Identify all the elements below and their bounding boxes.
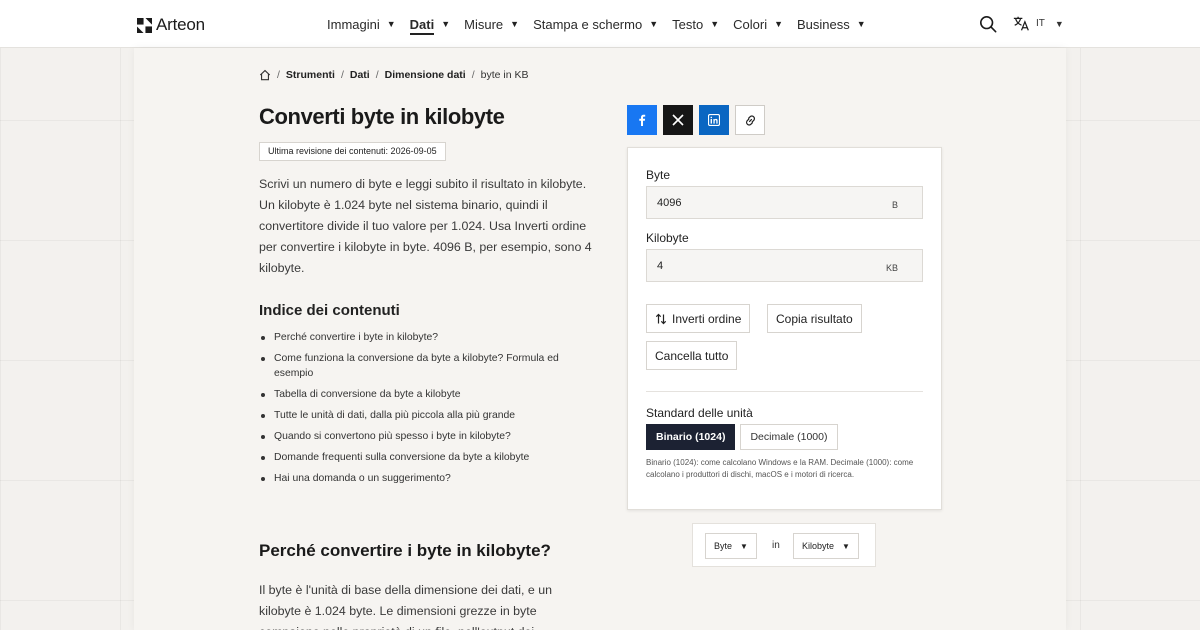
- nav-item-colori[interactable]: Colori ▼: [733, 0, 783, 48]
- copy-result-label: Copia risultato: [776, 311, 853, 326]
- toc-item[interactable]: Come funziona la conversione da byte a k…: [259, 351, 579, 381]
- nav-label: Testo: [672, 16, 704, 32]
- nav-label: Misure: [464, 16, 504, 32]
- breadcrumb-current: byte in KB: [480, 69, 529, 81]
- nav-item-testo[interactable]: Testo ▼: [672, 0, 719, 48]
- translate-icon: [1013, 16, 1029, 31]
- to-unit-select[interactable]: Kilobyte ▼: [793, 533, 859, 559]
- caret-down-icon: ▼: [441, 19, 451, 29]
- breadcrumb-strumenti[interactable]: Strumenti: [286, 69, 335, 81]
- unit-selector: Byte ▼ in Kilobyte ▼: [692, 523, 876, 567]
- table-of-contents: Perché convertire i byte in kilobyte? Co…: [259, 330, 579, 492]
- swap-order-label: Inverti ordine: [672, 311, 742, 326]
- logo[interactable]: Arteon: [137, 15, 205, 35]
- share-x-button[interactable]: [663, 105, 693, 135]
- caret-down-icon: ▼: [856, 19, 866, 29]
- toc-item[interactable]: Perché convertire i byte in kilobyte?: [259, 330, 579, 345]
- kilobyte-input[interactable]: [657, 260, 857, 272]
- caret-down-icon: ▼: [1054, 18, 1064, 29]
- swap-arrows-icon: [655, 313, 667, 324]
- to-unit-value: Kilobyte: [802, 541, 835, 551]
- copy-link-button[interactable]: [735, 105, 765, 135]
- divider: [646, 391, 923, 392]
- from-unit-value: Byte: [714, 541, 733, 551]
- unit-connector: in: [772, 540, 780, 551]
- page-title: Converti byte in kilobyte: [259, 104, 505, 129]
- from-unit-select[interactable]: Byte ▼: [705, 533, 757, 559]
- caret-down-icon: ▼: [740, 541, 748, 551]
- unit-standard-note: Binario (1024): come calcolano Windows e…: [646, 458, 914, 479]
- kilobyte-unit: KB: [885, 263, 898, 273]
- caret-down-icon: ▼: [842, 541, 850, 551]
- intro-text: Scrivi un numero di byte e leggi subito …: [259, 177, 592, 275]
- toc-item[interactable]: Hai una domanda o un suggerimento?: [259, 471, 579, 486]
- nav-item-stampa-e-schermo[interactable]: Stampa e schermo ▼: [533, 0, 658, 48]
- logo-text: Arteon: [156, 15, 205, 34]
- main-nav: Immagini ▼ Dati ▼ Misure ▼ Stampa e schermo…: [327, 0, 880, 48]
- search-icon[interactable]: [979, 15, 997, 33]
- swap-order-button[interactable]: Inverti ordine: [646, 304, 751, 333]
- breadcrumb-separator: /: [277, 69, 280, 81]
- caret-down-icon: ▼: [510, 19, 520, 29]
- toc-item[interactable]: Tutte le unità di dati, dalla più piccol…: [259, 408, 579, 423]
- breadcrumb-separator: /: [375, 69, 379, 81]
- unit-standard-label: Standard delle unità: [646, 406, 753, 420]
- binary-standard-button[interactable]: Binario (1024): [646, 424, 736, 450]
- unit-standard-toggle: Binario (1024) Decimale (1000): [646, 424, 838, 450]
- language-selector[interactable]: IT ▼: [1013, 15, 1064, 32]
- breadcrumb-separator: /: [471, 69, 475, 81]
- kilobyte-label: Kilobyte: [646, 231, 689, 245]
- nav-item-business[interactable]: Business ▼: [797, 0, 866, 48]
- x-icon: [672, 114, 684, 126]
- nav-label: Dati: [409, 16, 435, 32]
- nav-label: Colori: [733, 16, 768, 32]
- linkedin-icon: [708, 114, 720, 126]
- breadcrumb: / Strumenti / Dati / Dimensione dati / b…: [259, 69, 529, 81]
- nav-label: Business: [797, 16, 850, 32]
- link-icon: [745, 114, 755, 126]
- nav-item-dati[interactable]: Dati ▼: [409, 0, 451, 48]
- nav-item-misure[interactable]: Misure ▼: [464, 0, 519, 48]
- share-linkedin-button[interactable]: [699, 105, 729, 135]
- share-facebook-button[interactable]: [627, 105, 657, 135]
- revision-badge: Ultima revisione dei contenuti: 2026-09-…: [259, 142, 446, 161]
- breadcrumb-separator: /: [340, 69, 344, 81]
- facebook-icon: [639, 114, 646, 126]
- toc-title: Indice dei contenuti: [259, 302, 400, 319]
- clear-all-button[interactable]: Cancella tutto: [646, 341, 738, 370]
- section-title: Perché convertire i byte in kilobyte?: [259, 541, 551, 560]
- toc-item[interactable]: Domande frequenti sulla conversione da b…: [259, 450, 579, 465]
- copy-result-button[interactable]: Copia risultato: [767, 304, 862, 333]
- home-icon[interactable]: [259, 69, 271, 81]
- byte-field[interactable]: B: [646, 186, 923, 219]
- nav-label: Stampa e schermo: [533, 16, 643, 32]
- converter-card: Byte B Kilobyte KB Inverti ordine Copia …: [627, 147, 942, 510]
- toc-item[interactable]: Quando si convertono più spesso i byte i…: [259, 429, 579, 444]
- caret-down-icon: ▼: [710, 19, 720, 29]
- byte-input[interactable]: [657, 197, 857, 209]
- breadcrumb-dati[interactable]: Dati: [350, 69, 370, 81]
- site-header: Arteon Immagini ▼ Dati ▼ Misure ▼ Stampa e …: [0, 0, 1200, 48]
- share-bar: [627, 105, 765, 135]
- kilobyte-field[interactable]: KB: [646, 249, 923, 282]
- decimal-standard-button[interactable]: Decimale (1000): [740, 424, 838, 450]
- byte-unit: B: [891, 200, 898, 210]
- section-text: Il byte è l'unità di base della dimensio…: [259, 583, 553, 630]
- logo-icon: [137, 17, 152, 33]
- caret-down-icon: ▼: [774, 19, 784, 29]
- toc-item[interactable]: Tabella di conversione da byte a kilobyt…: [259, 387, 579, 402]
- caret-down-icon: ▼: [649, 19, 659, 29]
- nav-label: Immagini: [327, 16, 380, 32]
- breadcrumb-dimensione-dati[interactable]: Dimensione dati: [385, 69, 466, 81]
- language-code: IT: [1036, 18, 1045, 29]
- byte-label: Byte: [646, 168, 671, 182]
- nav-item-immagini[interactable]: Immagini ▼: [327, 0, 396, 48]
- caret-down-icon: ▼: [386, 19, 396, 29]
- clear-all-label: Cancella tutto: [655, 348, 729, 363]
